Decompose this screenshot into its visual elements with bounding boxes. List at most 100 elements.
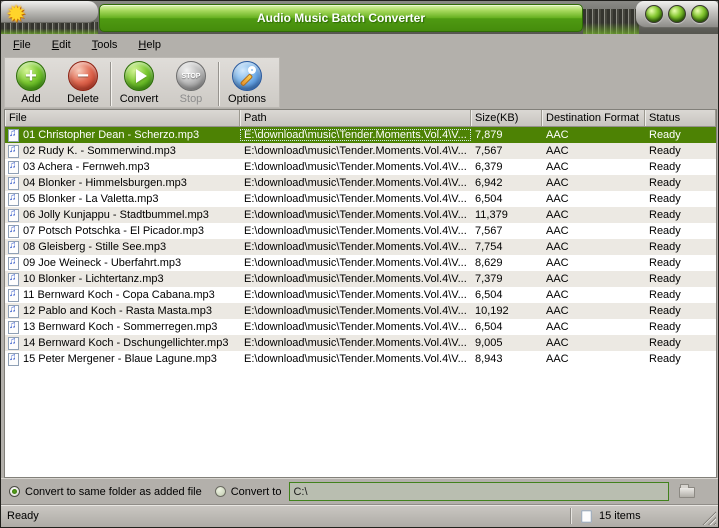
file-name: 11 Bernward Koch - Copa Cabana.mp3 — [23, 289, 215, 301]
audio-file-icon: ♫ — [8, 176, 19, 190]
file-path: E:\download\music\Tender.Moments.Vol.4\V… — [244, 289, 467, 301]
file-name: 01 Christopher Dean - Scherzo.mp3 — [23, 129, 200, 141]
file-size: 11,379 — [475, 209, 508, 221]
audio-file-icon: ♫ — [8, 336, 19, 350]
file-name: 10 Blonker - Lichtertanz.mp3 — [23, 273, 164, 285]
column-header-status[interactable]: Status — [645, 110, 716, 126]
table-row[interactable]: ♫ 13 Bernward Koch - Sommerregen.mp3 E:\do… — [5, 319, 716, 335]
table-row[interactable]: ♫ 05 Blonker - La Valetta.mp3 E:\download\… — [5, 191, 716, 207]
toolbar: + Add − Delete Convert STOP Stop Options — [1, 55, 718, 109]
file-size: 8,629 — [475, 257, 503, 269]
audio-file-icon: ♫ — [8, 160, 19, 174]
column-header-file[interactable]: File — [5, 110, 240, 126]
file-size: 9,005 — [475, 337, 503, 349]
app-logo-star-icon: ✹ — [6, 1, 27, 28]
file-path: E:\download\music\Tender.Moments.Vol.4\V… — [244, 321, 467, 333]
app-window: ✹ Audio Music Batch Converter File Edit … — [0, 0, 719, 528]
menu-help[interactable]: Help — [134, 37, 165, 53]
table-row[interactable]: ♫ 10 Blonker - Lichtertanz.mp3 E:\download… — [5, 271, 716, 287]
convert-to-path-input[interactable] — [289, 482, 670, 501]
file-size: 6,504 — [475, 193, 503, 205]
file-name: 02 Rudy K. - Sommerwind.mp3 — [23, 145, 176, 157]
file-size: 7,754 — [475, 241, 503, 253]
add-button-label: Add — [21, 93, 41, 105]
menubar: File Edit Tools Help — [1, 34, 718, 55]
audio-file-icon: ♫ — [8, 240, 19, 254]
file-path: E:\download\music\Tender.Moments.Vol.4\V… — [244, 177, 467, 189]
titlebar-right-teeth-decor — [583, 9, 639, 34]
audio-file-icon: ♫ — [8, 256, 19, 270]
add-button[interactable]: + Add — [5, 61, 57, 105]
file-size: 7,379 — [475, 273, 503, 285]
delete-button[interactable]: − Delete — [57, 61, 109, 105]
titlebar-left-cap: ✹ — [1, 1, 98, 28]
window-title: Audio Music Batch Converter — [256, 11, 426, 25]
stop-button[interactable]: STOP Stop — [165, 61, 217, 105]
file-name: 12 Pablo and Koch - Rasta Masta.mp3 — [23, 305, 212, 317]
destination-format: AAC — [546, 225, 569, 237]
table-row[interactable]: ♫ 01 Christopher Dean - Scherzo.mp3 E:\dow… — [5, 127, 716, 143]
file-status: Ready — [649, 241, 681, 253]
music-note-icon — [581, 509, 592, 523]
file-path: E:\download\music\Tender.Moments.Vol.4\V… — [244, 209, 467, 221]
maximize-button[interactable] — [668, 5, 686, 23]
table-row[interactable]: ♫ 15 Peter Mergener - Blaue Lagune.mp3 E:\… — [5, 351, 716, 367]
destination-format: AAC — [546, 273, 569, 285]
file-name: 04 Blonker - Himmelsburgen.mp3 — [23, 177, 187, 189]
destination-format: AAC — [546, 129, 569, 141]
column-header-destination-format[interactable]: Destination Format — [542, 110, 645, 126]
column-header-path[interactable]: Path — [240, 110, 471, 126]
table-row[interactable]: ♫ 06 Jolly Kunjappu - Stadtbummel.mp3 E:\d… — [5, 207, 716, 223]
plus-icon: + — [16, 61, 46, 91]
menu-tools[interactable]: Tools — [88, 37, 122, 53]
file-list-header: File Path Size(KB) Destination Format St… — [5, 110, 716, 127]
file-status: Ready — [649, 209, 681, 221]
table-body: ♫ 01 Christopher Dean - Scherzo.mp3 E:\dow… — [5, 127, 716, 367]
audio-file-icon: ♫ — [8, 224, 19, 238]
table-row[interactable]: ♫ 09 Joe Weineck - Uberfahrt.mp3 E:\downlo… — [5, 255, 716, 271]
table-row[interactable]: ♫ 12 Pablo and Koch - Rasta Masta.mp3 E:\d… — [5, 303, 716, 319]
table-row[interactable]: ♫ 03 Achera - Fernweh.mp3 E:\download\musi… — [5, 159, 716, 175]
close-button[interactable] — [691, 5, 709, 23]
file-name: 08 Gleisberg - Stille See.mp3 — [23, 241, 167, 253]
titlebar-pill[interactable]: Audio Music Batch Converter — [99, 4, 583, 32]
table-row[interactable]: ♫ 11 Bernward Koch - Copa Cabana.mp3 E:\do… — [5, 287, 716, 303]
file-path: E:\download\music\Tender.Moments.Vol.4\V… — [244, 337, 467, 349]
convert-button[interactable]: Convert — [113, 61, 165, 105]
destination-format: AAC — [546, 305, 569, 317]
file-status: Ready — [649, 145, 681, 157]
audio-file-icon: ♫ — [8, 352, 19, 366]
file-path: E:\download\music\Tender.Moments.Vol.4\V… — [244, 241, 467, 253]
table-row[interactable]: ♫ 07 Potsch Potschka - El Picador.mp3 E:\d… — [5, 223, 716, 239]
menu-file[interactable]: File — [9, 37, 35, 53]
convert-to-radio[interactable] — [214, 486, 226, 497]
file-name: 03 Achera - Fernweh.mp3 — [23, 161, 150, 173]
file-path: E:\download\music\Tender.Moments.Vol.4\V… — [244, 353, 467, 365]
menu-edit[interactable]: Edit — [48, 37, 75, 53]
convert-same-folder-radio[interactable] — [9, 486, 20, 497]
destination-format: AAC — [546, 241, 569, 253]
file-status: Ready — [649, 353, 681, 365]
file-size: 6,504 — [475, 321, 503, 333]
minimize-button[interactable] — [645, 5, 663, 23]
file-name: 07 Potsch Potschka - El Picador.mp3 — [23, 225, 204, 237]
table-row[interactable]: ♫ 08 Gleisberg - Stille See.mp3 E:\downloa… — [5, 239, 716, 255]
file-status: Ready — [649, 257, 681, 269]
file-size: 6,379 — [475, 161, 503, 173]
destination-format: AAC — [546, 289, 569, 301]
toolbar-panel: + Add − Delete Convert STOP Stop Options — [4, 57, 280, 108]
column-header-size[interactable]: Size(KB) — [471, 110, 542, 126]
file-name: 13 Bernward Koch - Sommerregen.mp3 — [23, 321, 218, 333]
file-status: Ready — [649, 337, 681, 349]
browse-folder-button[interactable] — [678, 484, 697, 499]
table-row[interactable]: ♫ 04 Blonker - Himmelsburgen.mp3 E:\downlo… — [5, 175, 716, 191]
play-icon — [124, 61, 154, 91]
table-row[interactable]: ♫ 02 Rudy K. - Sommerwind.mp3 E:\download\… — [5, 143, 716, 159]
file-size: 6,942 — [475, 177, 503, 189]
file-size: 6,504 — [475, 289, 503, 301]
titlebar-right-cap — [636, 1, 718, 28]
options-button[interactable]: Options — [221, 61, 273, 105]
table-row[interactable]: ♫ 14 Bernward Koch - Dschungellichter.mp3… — [5, 335, 716, 351]
destination-format: AAC — [546, 353, 569, 365]
file-status: Ready — [649, 193, 681, 205]
